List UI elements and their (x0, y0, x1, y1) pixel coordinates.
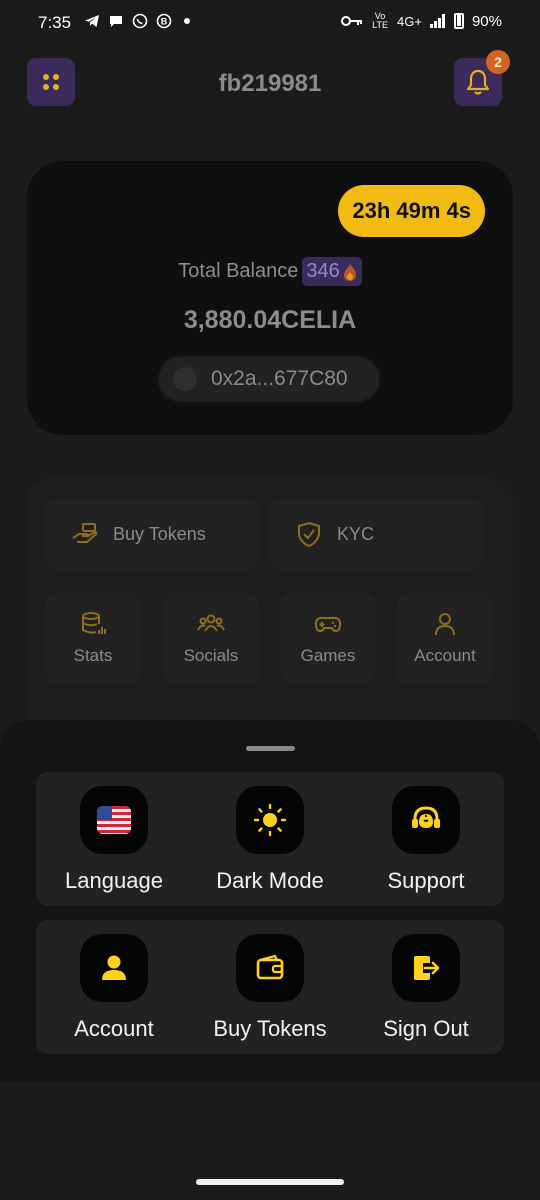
account-label: Account (74, 1016, 154, 1041)
account-icon-button[interactable] (80, 934, 148, 1002)
headset-icon (412, 806, 440, 828)
account-tile[interactable]: Account (397, 592, 493, 684)
balance-card: 23h 49m 4s Total Balance 346 3,880.04CEL… (27, 161, 513, 435)
buy-tokens-tile[interactable]: Buy Tokens (45, 498, 259, 570)
more-notifications-dot (184, 18, 190, 24)
notification-count-badge: 2 (486, 50, 510, 74)
language-icon-button[interactable] (80, 786, 148, 854)
svg-text:B: B (161, 17, 168, 27)
buy-tokens-icon-button[interactable] (236, 934, 304, 1002)
socials-tile[interactable]: Socials (163, 592, 259, 684)
status-bar: 7:35 B Vo LTE 4G+ 90% (0, 0, 540, 48)
dark-mode-option[interactable]: Dark Mode (192, 786, 348, 894)
vpn-key-icon (341, 16, 363, 26)
streak-badge: 346 (302, 257, 362, 286)
fire-icon (343, 262, 356, 281)
quick-menu-panel: Buy Tokens KYC Stats Socials Games Accou… (27, 478, 513, 758)
status-time: 7:35 (38, 13, 72, 32)
stats-label: Stats (73, 646, 113, 665)
sheet-drag-handle[interactable] (246, 746, 295, 751)
user-icon (435, 613, 455, 636)
wallet-avatar-icon (173, 367, 197, 391)
buy-tokens-option-label: Buy Tokens (213, 1016, 327, 1041)
dark-mode-icon-button[interactable] (236, 786, 304, 854)
language-label: Language (65, 868, 163, 893)
buy-tokens-option[interactable]: Buy Tokens (192, 934, 348, 1042)
system-indicators: Vo LTE 4G+ 90% (341, 12, 502, 30)
database-stats-icon (82, 612, 106, 634)
games-label: Games (300, 646, 356, 665)
dark-mode-label: Dark Mode (216, 868, 324, 893)
signal-icon (429, 14, 445, 28)
wallet-icon (256, 954, 284, 980)
balance-label-row: Total Balance 346 (27, 257, 513, 286)
settings-row-2: Account Buy Tokens Sign Out (36, 920, 504, 1054)
kyc-tile[interactable]: KYC (269, 498, 483, 570)
person-icon (102, 955, 126, 980)
wallet-address: 0x2a...677C80 (211, 367, 348, 390)
kyc-label: KYC (337, 523, 375, 544)
settings-bottom-sheet: Language Dark Mode Support Account Buy T… (0, 720, 540, 1082)
telegram-icon (85, 15, 99, 27)
network-type: 4G+ (397, 13, 422, 29)
support-icon-button[interactable] (392, 786, 460, 854)
games-tile[interactable]: Games (280, 592, 376, 684)
business-whatsapp-icon: B (156, 13, 172, 29)
battery-percent: 90% (471, 12, 502, 30)
balance-amount: 3,880.04CELIA (183, 306, 357, 334)
sign-out-icon-button[interactable] (392, 934, 460, 1002)
account-tile-label: Account (414, 646, 476, 665)
logout-icon (414, 956, 440, 980)
stats-tile[interactable]: Stats (45, 592, 141, 684)
support-option[interactable]: Support (348, 786, 504, 894)
wallet-address-button[interactable]: 0x2a...677C80 (157, 355, 381, 403)
settings-row-1: Language Dark Mode Support (36, 772, 504, 906)
home-gesture-bar[interactable] (196, 1179, 344, 1185)
whatsapp-icon (132, 13, 148, 29)
buy-tokens-label: Buy Tokens (113, 523, 206, 544)
bell-icon (466, 69, 490, 95)
people-group-icon (197, 614, 225, 632)
total-balance-label: Total Balance (178, 260, 299, 282)
app-screen: 7:35 B Vo LTE 4G+ 90% fb219981 2 23h 49m… (0, 0, 540, 1200)
support-label: Support (387, 868, 465, 893)
sign-out-label: Sign Out (383, 1016, 469, 1041)
shield-check-icon (298, 521, 320, 548)
hand-money-icon (72, 523, 98, 543)
sun-icon (253, 803, 287, 837)
sign-out-option[interactable]: Sign Out (348, 934, 504, 1042)
socials-label: Socials (183, 646, 239, 665)
battery-icon (453, 13, 464, 29)
countdown-timer: 23h 49m 4s (338, 185, 485, 237)
streak-count: 346 (306, 260, 340, 282)
gamepad-icon (314, 617, 342, 633)
language-option[interactable]: Language (36, 786, 192, 894)
account-option[interactable]: Account (36, 934, 192, 1042)
us-flag-icon (97, 806, 131, 834)
volte-indicator: Vo LTE (372, 11, 388, 30)
chat-bubble-icon (110, 16, 122, 27)
notification-icons: B (84, 13, 190, 29)
notifications-button[interactable]: 2 (454, 50, 510, 106)
